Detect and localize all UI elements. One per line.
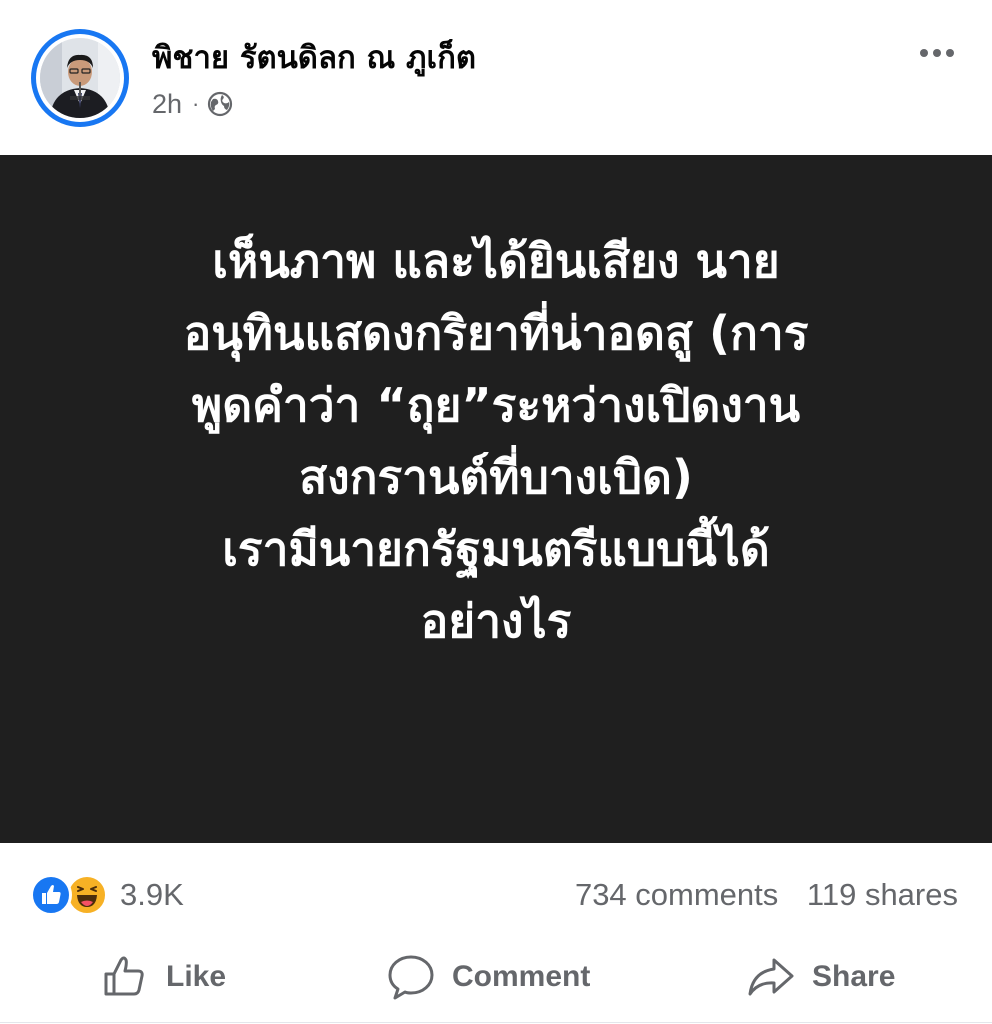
author-name[interactable]: พิชาย รัตนดิลก ณ ภูเก็ต [152, 38, 476, 78]
card-text: เห็นภาพ และได้ยินเสียง นาย อนุทินแสดงกริ… [40, 225, 952, 657]
story-ring[interactable] [31, 29, 129, 127]
comments-shares: 734 comments 119 shares [575, 875, 958, 915]
avatar[interactable] [36, 34, 124, 122]
card-line: อย่างไร [420, 594, 572, 648]
engagement-summary: 3.9K 734 comments 119 shares [0, 843, 992, 943]
share-button[interactable]: Share [746, 949, 895, 1005]
meta-separator: · [192, 91, 200, 116]
post-time[interactable]: 2h [152, 89, 182, 120]
card-line: เรามีนายกรัฐมนตรีแบบนี้ได้ [222, 522, 770, 576]
comments-count[interactable]: 734 comments [575, 877, 778, 912]
comment-button[interactable]: Comment [386, 949, 590, 1005]
person-photo-icon [40, 38, 120, 118]
card-line: อนุทินแสดงกริยาที่น่าอดสู (การ [183, 306, 809, 360]
post-meta: 2h · [152, 86, 233, 122]
avatar-photo [40, 38, 120, 118]
comment-bubble-icon [388, 955, 434, 1000]
divider [0, 1022, 992, 1023]
card-line: พูดคำว่า “ถุย”ระหว่างเปิดงาน [191, 378, 801, 432]
card-line: สงกรานต์ที่บางเบิด) [299, 450, 693, 504]
card-line: เห็นภาพ และได้ยินเสียง นาย [212, 234, 780, 288]
text-post-card: เห็นภาพ และได้ยินเสียง นาย อนุทินแสดงกริ… [0, 155, 992, 843]
like-button[interactable]: Like [100, 949, 226, 1005]
thumbs-up-icon [104, 956, 144, 996]
globe-icon [207, 91, 233, 117]
haha-reaction-icon [66, 874, 108, 916]
like-reaction-icon [30, 874, 72, 916]
reaction-count[interactable]: 3.9K [120, 875, 184, 915]
more-options-icon[interactable] [912, 38, 962, 68]
reaction-icons[interactable] [30, 873, 114, 917]
comment-label: Comment [452, 960, 591, 993]
post-header: พิชาย รัตนดิลก ณ ภูเก็ต 2h · [0, 0, 992, 155]
share-label: Share [812, 960, 896, 993]
action-bar: Like Comment Share [0, 943, 992, 1023]
share-arrow-icon [748, 958, 794, 996]
shares-count[interactable]: 119 shares [807, 877, 958, 912]
like-label: Like [166, 960, 227, 993]
